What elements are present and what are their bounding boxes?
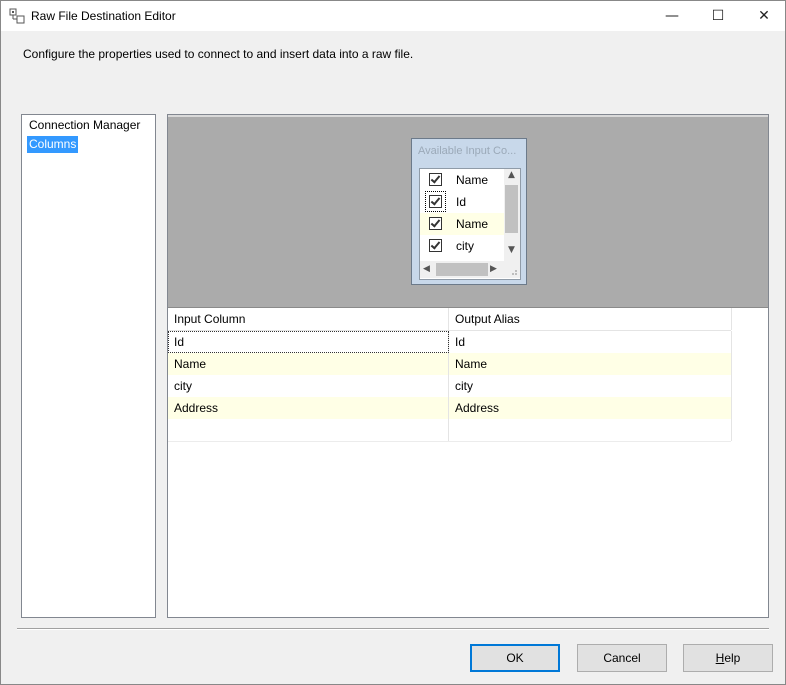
column-label: Name bbox=[456, 217, 489, 231]
list-item[interactable]: city bbox=[420, 235, 504, 257]
column-mapping-area: Available Input Co... Name Id Name city … bbox=[168, 115, 768, 308]
editor-description: Configure the properties used to connect… bbox=[23, 47, 414, 61]
input-column-cell[interactable]: Name bbox=[168, 353, 449, 375]
table-row-empty[interactable] bbox=[168, 419, 732, 442]
output-alias-cell[interactable]: city bbox=[449, 375, 732, 397]
available-input-columns-box[interactable]: Available Input Co... Name Id Name city … bbox=[411, 138, 527, 285]
input-column-cell[interactable] bbox=[168, 419, 449, 441]
list-item[interactable]: Name bbox=[420, 169, 504, 191]
help-button[interactable]: Help bbox=[683, 644, 773, 672]
table-row[interactable]: Id Id bbox=[168, 331, 732, 354]
vertical-scrollbar[interactable]: ▲ ▼ bbox=[504, 169, 520, 261]
output-alias-cell[interactable]: Id bbox=[449, 331, 732, 353]
columns-page-panel: Available Input Co... Name Id Name city … bbox=[167, 114, 769, 618]
table-row[interactable]: city city bbox=[168, 375, 732, 398]
scroll-up-icon[interactable]: ▲ bbox=[508, 170, 515, 180]
cancel-button[interactable]: Cancel bbox=[577, 644, 667, 672]
header-output-alias[interactable]: Output Alias bbox=[449, 308, 732, 330]
checkbox-checked-icon[interactable] bbox=[425, 191, 446, 212]
ok-button[interactable]: OK bbox=[470, 644, 560, 672]
ssis-component-icon bbox=[9, 8, 25, 24]
table-row[interactable]: Name Name bbox=[168, 353, 732, 376]
window-title: Raw File Destination Editor bbox=[31, 9, 176, 23]
maximize-button[interactable]: ☐ bbox=[695, 1, 741, 31]
column-label: Name bbox=[456, 173, 489, 187]
nav-item-columns[interactable]: Columns bbox=[27, 136, 79, 153]
scroll-right-icon[interactable]: ▶ bbox=[490, 264, 497, 274]
list-item[interactable]: Id bbox=[420, 191, 504, 213]
scroll-left-icon[interactable]: ◀ bbox=[423, 264, 430, 274]
output-alias-cell[interactable]: Name bbox=[449, 353, 732, 375]
available-columns-list: Name Id Name city ▲ ▼ ◀ ▶ bbox=[419, 168, 521, 280]
raw-file-destination-editor-window: Raw File Destination Editor — ☐ ✕ Config… bbox=[0, 0, 786, 685]
column-label: Id bbox=[456, 195, 467, 209]
checkbox-checked-icon[interactable] bbox=[429, 239, 442, 252]
output-alias-cell[interactable] bbox=[449, 419, 732, 441]
input-column-cell[interactable]: Id bbox=[168, 331, 449, 353]
title-bar[interactable]: Raw File Destination Editor — ☐ ✕ bbox=[1, 1, 785, 31]
close-button[interactable]: ✕ bbox=[741, 1, 786, 31]
available-input-columns-title: Available Input Co... bbox=[418, 145, 517, 157]
page-navigation-list: Connection Manager Columns bbox=[21, 114, 156, 618]
nav-item-connection-manager[interactable]: Connection Manager bbox=[27, 117, 142, 134]
list-item[interactable]: Name bbox=[420, 213, 504, 235]
column-label: city bbox=[456, 239, 474, 253]
input-column-cell[interactable]: city bbox=[168, 375, 449, 397]
output-alias-cell[interactable]: Address bbox=[449, 397, 732, 419]
horizontal-scrollbar[interactable]: ◀ ▶ bbox=[420, 261, 504, 278]
checkbox-checked-icon[interactable] bbox=[429, 173, 442, 186]
scroll-down-icon[interactable]: ▼ bbox=[508, 245, 515, 255]
grid-header: Input Column Output Alias bbox=[168, 308, 732, 331]
button-divider bbox=[17, 628, 769, 630]
resize-grip-icon[interactable] bbox=[504, 261, 520, 278]
vertical-scroll-thumb[interactable] bbox=[505, 185, 518, 233]
horizontal-scroll-thumb[interactable] bbox=[436, 263, 488, 276]
header-input-column[interactable]: Input Column bbox=[168, 308, 449, 330]
table-row[interactable]: Address Address bbox=[168, 397, 732, 420]
minimize-button[interactable]: — bbox=[649, 1, 695, 31]
checkbox-checked-icon[interactable] bbox=[429, 217, 442, 230]
input-column-cell[interactable]: Address bbox=[168, 397, 449, 419]
